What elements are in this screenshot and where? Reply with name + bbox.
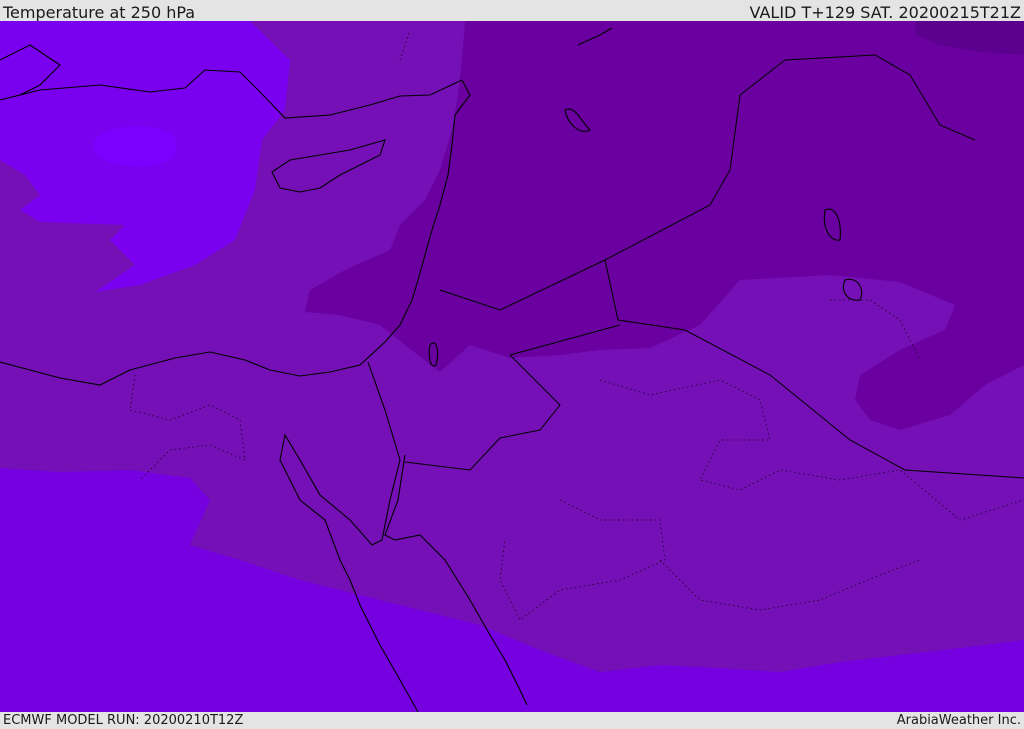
footer-bar: ECMWF MODEL RUN: 20200210T12Z ArabiaWeat… (0, 712, 1024, 729)
model-run: ECMWF MODEL RUN: 20200210T12Z (3, 713, 244, 728)
credit: ArabiaWeather Inc. (896, 713, 1021, 728)
temperature-map (0, 21, 1024, 712)
map-title: Temperature at 250 hPa (3, 3, 196, 22)
valid-time: VALID T+129 SAT. 20200215T21Z (749, 3, 1021, 22)
header-bar: Temperature at 250 hPa VALID T+129 SAT. … (0, 0, 1024, 22)
